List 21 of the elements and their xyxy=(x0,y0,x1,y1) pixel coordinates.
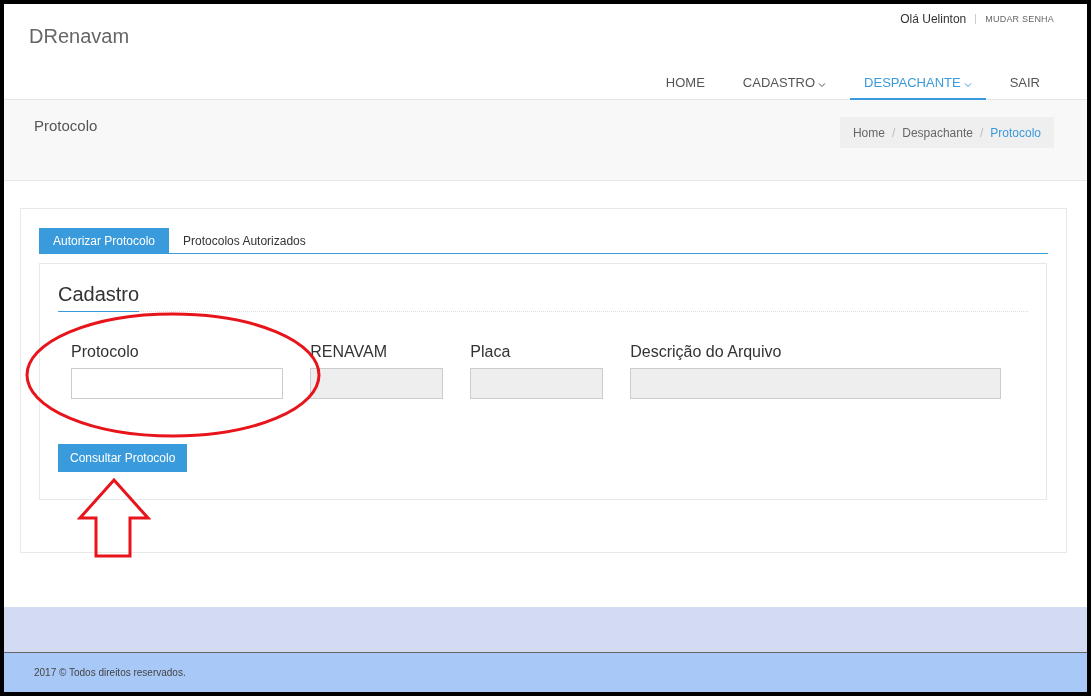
field-label: Descrição do Arquivo xyxy=(630,343,783,362)
copyright-text: 2017 © Todos direitos reservados. xyxy=(34,667,186,678)
tab[interactable]: Autorizar Protocolo xyxy=(39,228,170,253)
consult-button[interactable]: Consultar Protocolo xyxy=(58,444,188,472)
nav-item[interactable]: CADASTRO xyxy=(728,74,841,100)
field-label: Protocolo xyxy=(71,343,140,362)
page-title: Protocolo xyxy=(34,117,98,136)
input-field[interactable] xyxy=(71,368,284,399)
tab[interactable]: Protocolos Autorizados xyxy=(169,228,320,253)
greeting-text: Olá Uelinton xyxy=(900,12,967,26)
field-label: Placa xyxy=(470,343,512,362)
breadcrumb-separator: / xyxy=(979,125,984,140)
change-password-link[interactable]: MUDAR SENHA xyxy=(985,14,1054,24)
breadcrumb-separator: / xyxy=(891,125,896,140)
section-heading: Cadastro xyxy=(58,283,140,312)
site-logo[interactable]: DRenavam xyxy=(29,25,130,47)
nav-item[interactable]: HOME xyxy=(651,74,719,100)
nav-item[interactable]: SAIR xyxy=(995,74,1054,100)
field-label: RENAVAM xyxy=(310,343,388,362)
breadcrumb-link[interactable]: Home xyxy=(852,125,885,140)
breadcrumb-link[interactable]: Despachante xyxy=(902,125,973,140)
